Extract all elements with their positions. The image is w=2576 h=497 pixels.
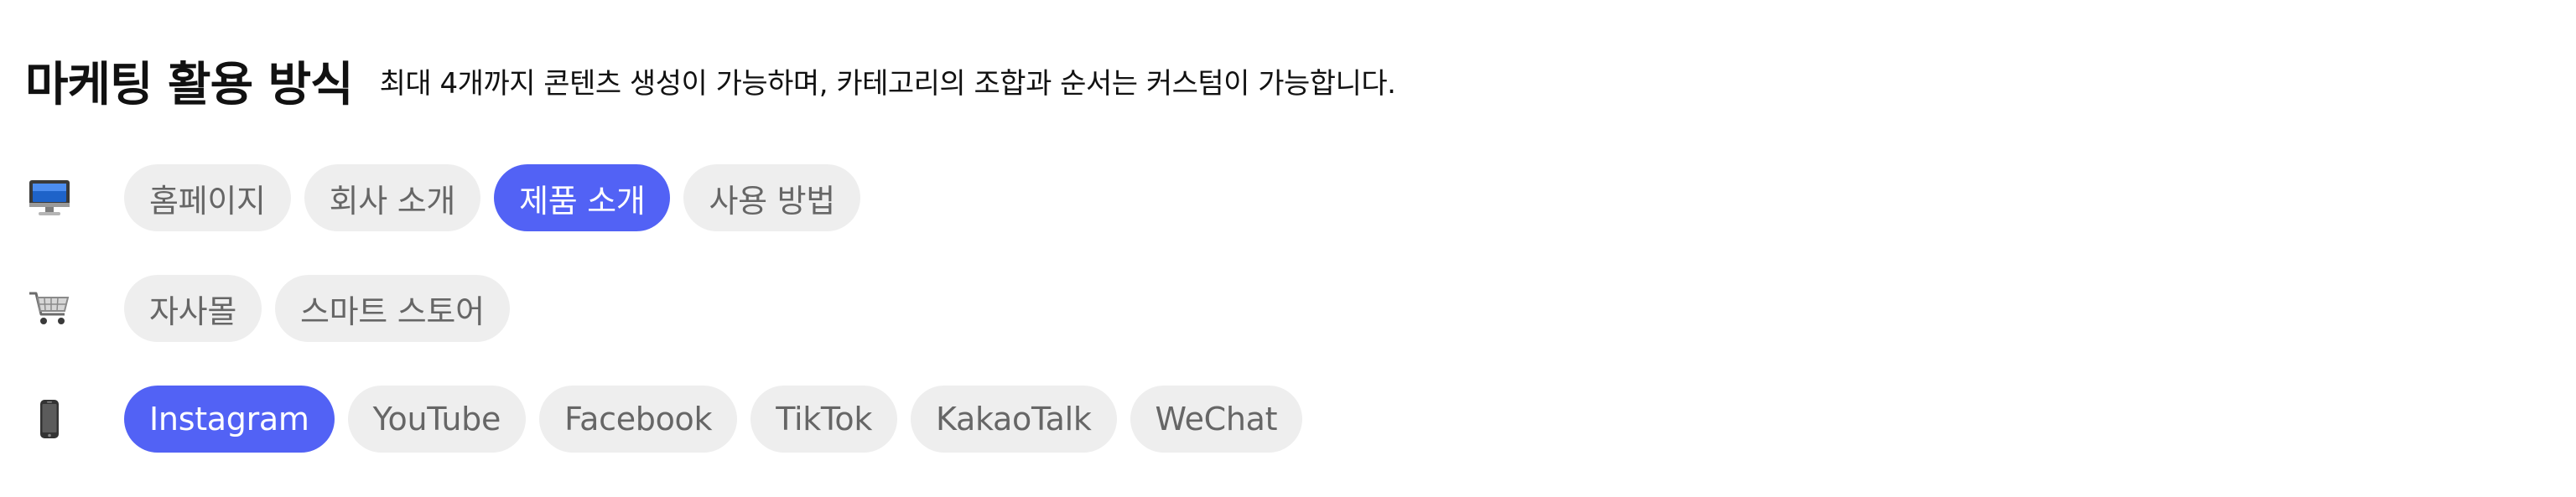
chip-group-social: Instagram YouTube Facebook TikTok KakaoT… bbox=[124, 386, 1316, 453]
chip-youtube[interactable]: YouTube bbox=[347, 386, 527, 453]
chip-company-intro[interactable]: 회사 소개 bbox=[304, 164, 481, 231]
section-header: 마케팅 활용 방식 최대 4개까지 콘텐츠 생성이 가능하며, 카테고리의 조합… bbox=[25, 49, 1396, 112]
chip-facebook[interactable]: Facebook bbox=[539, 386, 738, 453]
chip-group-commerce: 자사몰 스마트 스토어 bbox=[124, 275, 523, 342]
chip-group-web: 홈페이지 회사 소개 제품 소개 사용 방법 bbox=[124, 164, 874, 231]
chip-smart-store[interactable]: 스마트 스토어 bbox=[274, 275, 510, 342]
mobile-phone-icon bbox=[27, 399, 72, 439]
shopping-cart-icon bbox=[27, 288, 72, 329]
chip-kakaotalk[interactable]: KakaoTalk bbox=[911, 386, 1117, 453]
chip-how-to-use[interactable]: 사용 방법 bbox=[683, 164, 860, 231]
section-title: 마케팅 활용 방식 bbox=[25, 57, 354, 112]
chip-tiktok[interactable]: TikTok bbox=[750, 386, 898, 453]
chip-product-intro[interactable]: 제품 소개 bbox=[494, 164, 671, 231]
desktop-computer-icon bbox=[27, 178, 72, 218]
section-description: 최대 4개까지 콘텐츠 생성이 가능하며, 카테고리의 조합과 순서는 커스텀이… bbox=[379, 66, 1396, 101]
chip-instagram[interactable]: Instagram bbox=[124, 386, 335, 453]
chip-wechat[interactable]: WeChat bbox=[1130, 386, 1303, 453]
chip-own-mall[interactable]: 자사몰 bbox=[124, 275, 262, 342]
chip-homepage[interactable]: 홈페이지 bbox=[124, 164, 291, 231]
